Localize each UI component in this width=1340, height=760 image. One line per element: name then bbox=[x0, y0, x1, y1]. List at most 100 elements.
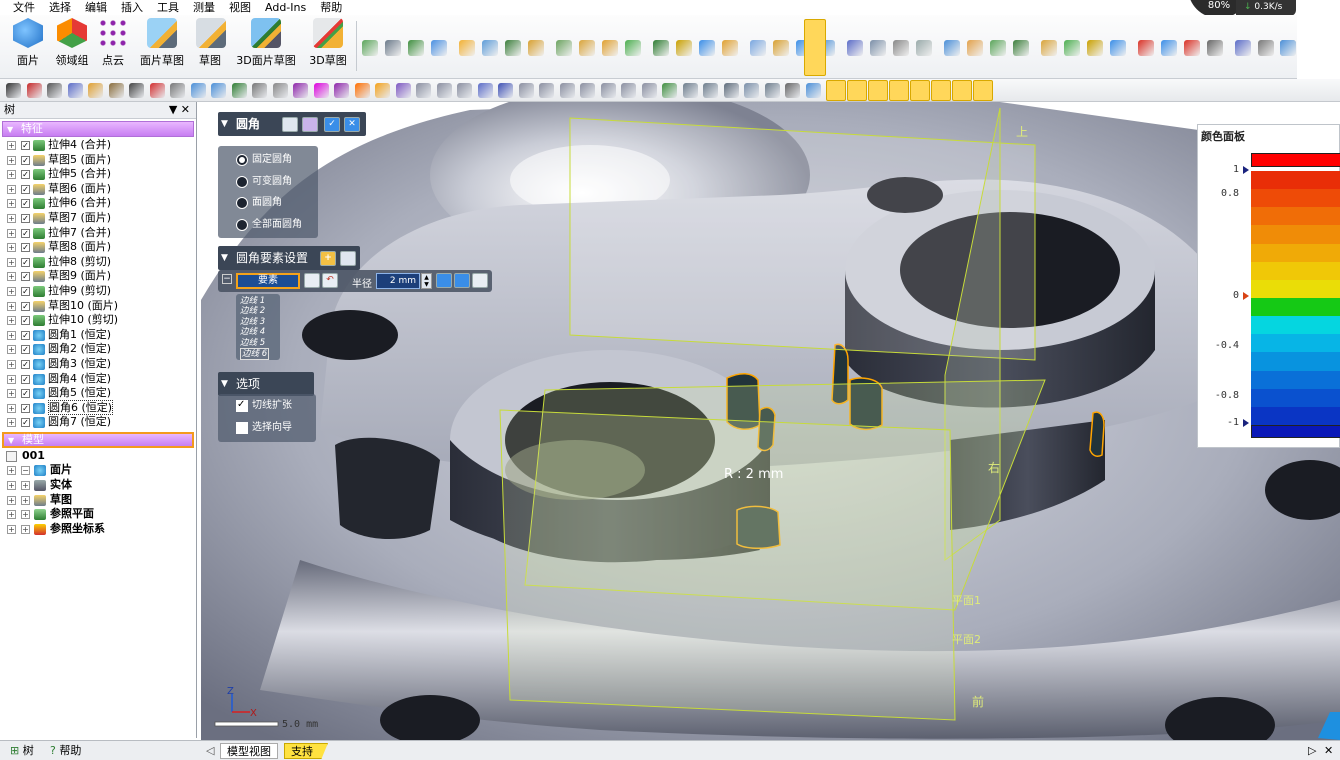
toolbar-icon[interactable] bbox=[436, 83, 452, 98]
ribbon-tool-icon[interactable] bbox=[1207, 40, 1223, 56]
expand-icon[interactable]: + bbox=[7, 374, 16, 384]
visibility-checkbox[interactable]: ✓ bbox=[21, 155, 30, 165]
3d-viewport[interactable]: R : 2 mm 上 右 平面1 平面2 前 Z X 5.0 mm bbox=[201, 102, 1340, 740]
color-scale-marker-icon[interactable] bbox=[1243, 166, 1249, 174]
ribbon-tool-icon[interactable] bbox=[431, 40, 447, 56]
visibility-checkbox[interactable]: ✓ bbox=[21, 330, 30, 340]
toolbar-icon[interactable] bbox=[621, 83, 636, 98]
toolbar-icon[interactable] bbox=[313, 83, 329, 98]
sketch-button[interactable]: 草图 bbox=[196, 18, 226, 68]
toolbar-icon[interactable] bbox=[539, 83, 554, 98]
toolbar-icon[interactable] bbox=[641, 83, 657, 98]
ribbon-tool-icon[interactable] bbox=[1064, 40, 1080, 56]
menu-addins[interactable]: Add-Ins bbox=[265, 1, 306, 15]
feature-tree-item[interactable]: + ✓ 拉伸6 (合并) bbox=[0, 196, 196, 211]
feature-tree-item[interactable]: + ✓ 拉伸9 (剪切) bbox=[0, 284, 196, 299]
visibility-checkbox[interactable]: ✓ bbox=[21, 170, 30, 180]
fillet-type-face[interactable]: 面圆角 bbox=[236, 197, 282, 209]
toolbar-icon[interactable] bbox=[723, 83, 739, 98]
color-scale-marker-icon[interactable] bbox=[1243, 419, 1249, 427]
toolbar-icon[interactable] bbox=[272, 83, 288, 98]
ribbon-tool-icon[interactable] bbox=[505, 40, 521, 56]
preview-button[interactable] bbox=[282, 117, 298, 132]
ribbon-tool-icon[interactable] bbox=[1138, 40, 1154, 56]
edge-list-item[interactable]: 边线 5 bbox=[240, 338, 265, 348]
toolbar-icon[interactable] bbox=[293, 83, 308, 98]
toolbar-icon[interactable] bbox=[231, 83, 247, 98]
ribbon-tool-icon[interactable] bbox=[1110, 40, 1126, 56]
edge-list-item[interactable]: 边线 2 bbox=[240, 306, 265, 316]
ribbon-tool-icon[interactable] bbox=[699, 40, 715, 56]
fillet-type-full-face[interactable]: 全部面圆角 bbox=[236, 219, 302, 231]
visibility-checkbox[interactable]: ✓ bbox=[21, 184, 30, 194]
ribbon-tool-icon[interactable] bbox=[916, 40, 932, 56]
feature-tree-item[interactable]: + ✓ 圆角2 (恒定) bbox=[0, 342, 196, 357]
expand-icon[interactable]: + bbox=[7, 213, 16, 223]
toolbar-icon[interactable] bbox=[952, 80, 972, 101]
element-options-button[interactable] bbox=[340, 251, 356, 266]
feature-tree-item[interactable]: + ✓ 拉伸10 (剪切) bbox=[0, 313, 196, 328]
toolbar-icon[interactable] bbox=[559, 83, 575, 98]
tab-scroll-left[interactable]: ◁ bbox=[200, 743, 220, 759]
collapse-arrow-icon[interactable]: ▼ bbox=[221, 112, 228, 136]
ribbon-tool-icon[interactable] bbox=[990, 40, 1006, 56]
toolbar-icon[interactable] bbox=[354, 83, 370, 98]
3d-sketch-button[interactable]: 3D草图 bbox=[308, 18, 348, 68]
ribbon-tool-icon[interactable] bbox=[1087, 40, 1103, 56]
expand-icon[interactable]: + bbox=[7, 316, 16, 326]
toolbar-icon[interactable] bbox=[744, 83, 759, 98]
toolbar-icon[interactable] bbox=[26, 83, 42, 98]
expand-icon[interactable]: + bbox=[7, 481, 16, 491]
expand-icon[interactable]: + bbox=[7, 141, 16, 150]
toolbar-icon[interactable] bbox=[395, 83, 411, 98]
expand-icon[interactable]: + bbox=[7, 418, 16, 428]
radius-stepper[interactable]: ▲ ▼ bbox=[421, 273, 432, 289]
visibility-checkbox[interactable]: ✓ bbox=[21, 243, 30, 253]
cancel-button[interactable]: ✕ bbox=[344, 117, 360, 132]
toolbar-icon[interactable] bbox=[375, 83, 390, 98]
model-root[interactable]: 001 bbox=[0, 449, 196, 464]
tree-panel-controls[interactable]: ▼ ✕ bbox=[169, 102, 190, 118]
menu-tools[interactable]: 工具 bbox=[157, 1, 179, 15]
ribbon-tool-icon[interactable] bbox=[459, 40, 475, 56]
feature-tree-item[interactable]: + ✓ 圆角3 (恒定) bbox=[0, 357, 196, 372]
model-tree-item[interactable]: + + 草图 bbox=[0, 493, 196, 508]
ribbon-tool-icon[interactable] bbox=[750, 40, 766, 56]
toolbar-icon[interactable] bbox=[682, 83, 698, 98]
toolbar-icon[interactable] bbox=[190, 83, 206, 98]
toolbar-icon[interactable] bbox=[129, 83, 144, 98]
add-element-button[interactable]: + bbox=[320, 251, 336, 266]
visibility-toggle[interactable]: − bbox=[21, 466, 30, 476]
toolbar-icon[interactable] bbox=[910, 80, 930, 101]
element-collapse-toggle[interactable]: − bbox=[222, 274, 232, 284]
feature-tree-item[interactable]: + ✓ 草图7 (面片) bbox=[0, 211, 196, 226]
feature-tree-item[interactable]: + ✓ 拉伸7 (合并) bbox=[0, 226, 196, 241]
tangent-extend-checkbox[interactable]: 切线扩张 bbox=[236, 399, 292, 412]
ribbon-tool-icon[interactable] bbox=[625, 40, 641, 56]
expand-icon[interactable]: + bbox=[7, 286, 16, 296]
expand-icon[interactable]: + bbox=[7, 243, 16, 253]
model-tree-item[interactable]: + − 面片 bbox=[0, 463, 196, 478]
feature-tree-item[interactable]: + ✓ 拉伸8 (剪切) bbox=[0, 255, 196, 270]
toolbar-icon[interactable] bbox=[211, 83, 226, 98]
selection-wizard-checkbox[interactable]: 选择向导 bbox=[236, 422, 292, 434]
toolbar-icon[interactable] bbox=[847, 80, 867, 101]
edge-list-item[interactable]: 边线 3 bbox=[240, 317, 265, 327]
menu-file[interactable]: 文件 bbox=[13, 1, 35, 15]
ribbon-tool-icon[interactable] bbox=[362, 40, 378, 56]
ribbon-tool-icon[interactable] bbox=[653, 40, 669, 56]
ribbon-tool-icon[interactable] bbox=[556, 40, 572, 56]
toolbar-icon[interactable] bbox=[498, 83, 513, 98]
toolbar-icon[interactable] bbox=[149, 83, 165, 98]
feature-tree-item[interactable]: + ✓ 草图9 (面片) bbox=[0, 269, 196, 284]
toolbar-icon[interactable] bbox=[6, 83, 21, 98]
feature-tree-item[interactable]: + ✓ 圆角1 (恒定) bbox=[0, 328, 196, 343]
expand-icon[interactable]: + bbox=[7, 257, 16, 267]
visibility-checkbox[interactable]: ✓ bbox=[21, 403, 30, 413]
toolbar-icon[interactable] bbox=[889, 80, 909, 101]
visibility-checkbox[interactable]: ✓ bbox=[21, 257, 30, 267]
visibility-checkbox[interactable]: ✓ bbox=[21, 389, 30, 399]
mesh-sketch-button[interactable]: 面片草图 bbox=[136, 18, 188, 68]
toolbar-icon[interactable] bbox=[416, 83, 431, 98]
point-cloud-button[interactable]: 点云 bbox=[96, 18, 130, 68]
